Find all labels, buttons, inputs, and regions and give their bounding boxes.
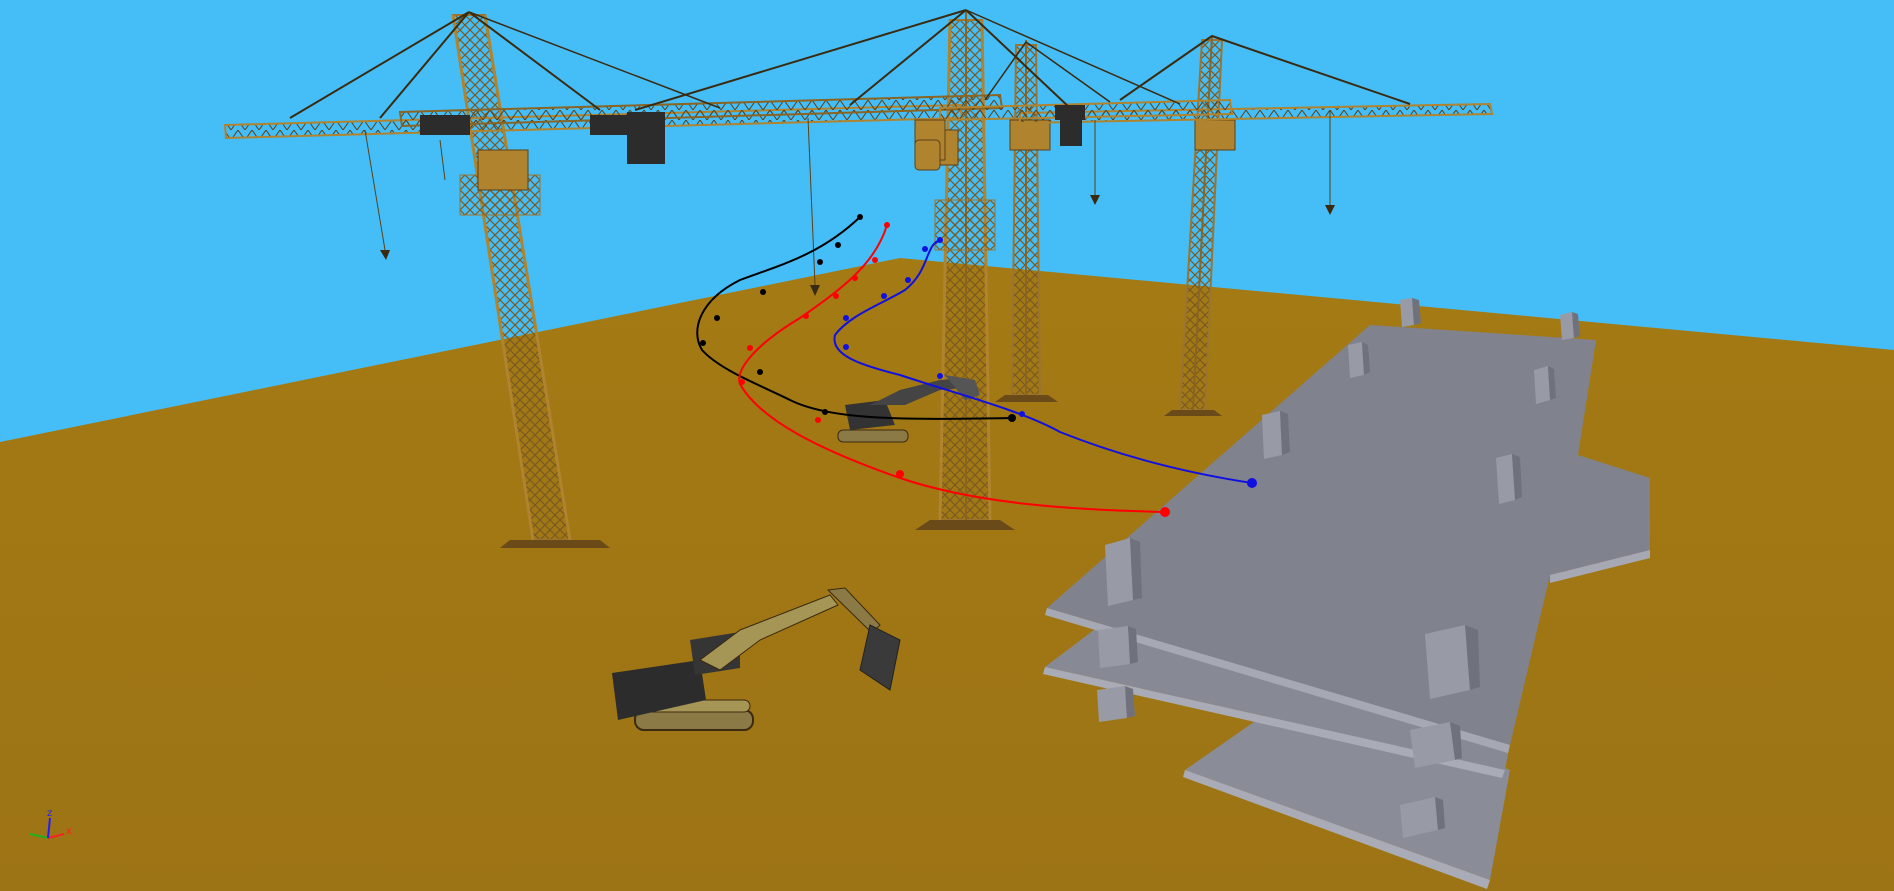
axis-x-label: x [66,826,72,837]
excavator-track [634,709,754,731]
3d-viewport[interactable]: x z [0,0,1894,891]
axis-z-label: z [47,808,52,819]
scene-canvas[interactable]: x z [0,0,1894,891]
